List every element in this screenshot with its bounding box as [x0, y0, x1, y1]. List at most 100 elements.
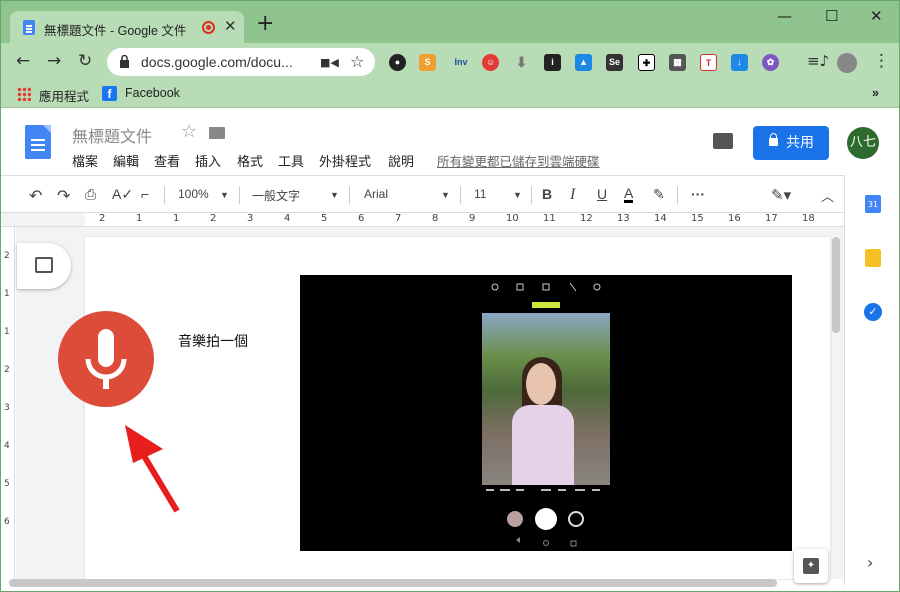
vertical-ruler[interactable]: 2 1 1 2 3 4 5 6	[1, 227, 15, 583]
extension-inv-icon[interactable]: Inv	[449, 54, 473, 71]
extension-t-icon[interactable]: T	[700, 54, 717, 71]
ruler-tick-label: 2	[210, 213, 217, 224]
ruler-tick-label: 3	[247, 213, 254, 224]
undo-icon[interactable]: ↶	[29, 186, 42, 206]
font-dropdown-icon[interactable]: ▼	[441, 190, 450, 200]
print-icon[interactable]: ⎙	[85, 186, 96, 203]
extension-checker-icon[interactable]: ▦	[669, 54, 686, 71]
text-color-icon[interactable]: A	[624, 186, 634, 203]
maximize-button[interactable]: ☐	[825, 7, 838, 25]
camera-icon[interactable]: ■◀	[320, 56, 339, 69]
facebook-icon: f	[102, 86, 117, 101]
ruler-tick-label: 16	[728, 213, 741, 224]
font-size-select[interactable]: 11	[474, 187, 486, 201]
outline-icon	[35, 257, 53, 273]
horizontal-ruler[interactable]: 2 1 1 2 3 4 5 6 7 8 9 10 11 12 13 14 15 16 17 18	[85, 213, 844, 227]
address-bar[interactable]: docs.google.com/docu... ■◀ ☆	[107, 48, 375, 76]
extension-bell-icon[interactable]: ▲	[575, 54, 592, 71]
menu-format[interactable]: 格式	[237, 151, 263, 170]
profile-avatar[interactable]	[837, 53, 857, 73]
minimize-button[interactable]: —	[777, 7, 792, 25]
zoom-select[interactable]: 100%	[178, 187, 209, 201]
bookmark-apps[interactable]: 應用程式	[39, 86, 89, 105]
docs-header: 無標題文件 ☆ 檔案 編輯 查看 插入 格式 工具 外掛程式 說明 所有變更都已…	[1, 109, 899, 175]
explore-button[interactable]: ✦	[794, 549, 828, 583]
underline-icon[interactable]: U	[597, 186, 607, 202]
menu-edit[interactable]: 編輯	[113, 151, 139, 170]
collapse-icon[interactable]: ︿	[821, 186, 834, 205]
extension-download-icon[interactable]: ⬇	[513, 54, 530, 71]
more-options-icon[interactable]: ···	[691, 186, 705, 202]
menu-addons[interactable]: 外掛程式	[319, 151, 371, 170]
zoom-dropdown-icon[interactable]: ▼	[220, 190, 229, 200]
tasks-icon[interactable]: ✓	[864, 303, 882, 321]
apps-grid-icon[interactable]	[17, 87, 31, 101]
redo-icon[interactable]: ↷	[57, 186, 70, 206]
italic-icon[interactable]: I	[570, 186, 575, 204]
menu-help[interactable]: 說明	[388, 151, 414, 170]
ruler-tick-label: 12	[580, 213, 593, 224]
menu-tools[interactable]: 工具	[278, 151, 304, 170]
outline-button[interactable]	[17, 243, 71, 289]
highlight-icon[interactable]: ✎	[653, 186, 665, 203]
paint-format-icon[interactable]: ⌐	[141, 186, 149, 202]
folder-icon[interactable]	[209, 127, 225, 139]
tab-close-icon[interactable]: ✕	[224, 17, 237, 35]
ruler-tick-label: 18	[802, 213, 815, 224]
url-text: docs.google.com/docu...	[141, 54, 293, 70]
extension-crosshair-icon[interactable]: ✚	[638, 54, 655, 71]
editing-mode-icon[interactable]: ✎▾	[771, 186, 791, 204]
extension-se-icon[interactable]: Se	[606, 54, 623, 71]
reload-icon[interactable]: ↻	[78, 52, 92, 70]
voice-typing-button[interactable]	[58, 311, 154, 407]
tab-docs[interactable]: 無標題文件 - Google 文件 ✕	[10, 11, 244, 44]
extension-puzzle-icon[interactable]: ✿	[762, 54, 779, 71]
size-dropdown-icon[interactable]: ▼	[513, 190, 522, 200]
extension-smart-icon[interactable]: S	[419, 54, 436, 71]
style-dropdown-icon[interactable]: ▼	[330, 190, 339, 200]
ruler-tick-label: 1	[4, 289, 10, 299]
extension-info-icon[interactable]: i	[544, 54, 561, 71]
forward-arrow-icon[interactable]: →	[47, 52, 61, 70]
font-select[interactable]: Arial	[364, 187, 388, 201]
star-icon[interactable]: ☆	[181, 121, 197, 142]
ruler-tick-label: 6	[4, 517, 10, 527]
portrait-preview	[482, 313, 610, 485]
spellcheck-icon[interactable]: A✓	[112, 186, 133, 203]
extension-color-icon[interactable]: ●	[389, 54, 406, 71]
extension-save-icon[interactable]: ↓	[731, 54, 748, 71]
expand-panel-icon[interactable]: ›	[867, 553, 873, 572]
calendar-icon[interactable]: 31	[865, 195, 881, 213]
save-status[interactable]: 所有變更都已儲存到雲端硬碟	[437, 151, 600, 170]
bookmark-facebook[interactable]: Facebook	[125, 86, 180, 100]
bold-icon[interactable]: B	[542, 186, 552, 202]
bookmarks-more-icon[interactable]: »	[872, 86, 879, 100]
menu-insert[interactable]: 插入	[195, 151, 221, 170]
share-button[interactable]: 共用	[753, 126, 829, 160]
menu-view[interactable]: 查看	[154, 151, 180, 170]
document-text[interactable]: 音樂拍一個	[178, 331, 248, 351]
media-queue-icon[interactable]: ≡♪	[807, 52, 829, 70]
recording-icon	[202, 21, 215, 34]
user-avatar[interactable]: 八七	[847, 127, 879, 159]
docs-logo-icon[interactable]	[25, 125, 51, 159]
bookmarks-bar: 應用程式 f Facebook »	[1, 81, 899, 108]
bookmark-star-icon[interactable]: ☆	[350, 52, 364, 71]
new-tab-button[interactable]: +	[256, 13, 274, 35]
extension-face-icon[interactable]: ☺	[482, 54, 499, 71]
ruler-tick-label: 13	[617, 213, 630, 224]
comments-icon[interactable]	[713, 133, 733, 149]
menu-kebab-icon[interactable]: ⋮	[873, 52, 890, 70]
horizontal-scrollbar[interactable]	[9, 579, 777, 587]
docs-favicon-icon	[23, 20, 35, 35]
ruler-tick-label: 9	[469, 213, 476, 224]
keep-icon[interactable]	[865, 249, 881, 267]
style-select[interactable]: 一般文字	[252, 187, 300, 204]
share-label: 共用	[786, 135, 814, 151]
vertical-scrollbar[interactable]	[832, 237, 840, 333]
document-title[interactable]: 無標題文件	[72, 123, 152, 147]
menu-file[interactable]: 檔案	[72, 151, 98, 170]
ruler-tick-label: 4	[4, 441, 10, 451]
close-window-button[interactable]: ✕	[870, 7, 883, 25]
back-arrow-icon[interactable]: ←	[16, 52, 30, 70]
